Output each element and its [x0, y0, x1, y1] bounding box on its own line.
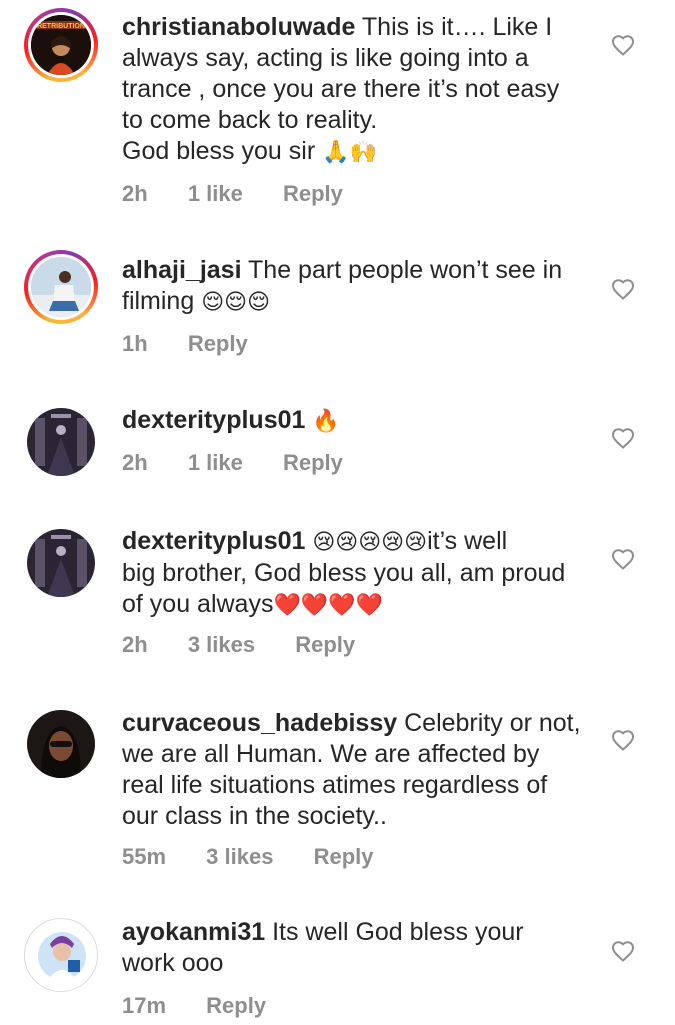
reply-button[interactable]: Reply: [295, 632, 355, 658]
avatar[interactable]: [24, 250, 98, 324]
comment-line: work ooo: [122, 949, 224, 977]
avatar[interactable]: RETRIBUTION: [24, 8, 98, 82]
heart-outline-icon[interactable]: [611, 278, 635, 300]
avatar[interactable]: [24, 918, 98, 992]
emoji-suffix: 😌😌😌: [201, 290, 271, 315]
comment-likes[interactable]: 1 like: [188, 450, 243, 476]
emoji-prefix: 😢😢😢😢😢: [312, 530, 428, 555]
comment-likes[interactable]: 3 likes: [188, 632, 255, 658]
comment-meta: 55m 3 likes Reply: [122, 844, 408, 870]
comment-time: 55m: [122, 844, 167, 869]
comment-meta: 2h 3 likes Reply: [122, 632, 389, 658]
comment-username[interactable]: curvaceous_hadebissy: [122, 709, 397, 737]
heart-outline-icon[interactable]: [611, 729, 635, 751]
comment-likes[interactable]: 1 like: [188, 181, 243, 207]
comment-line: of you always: [122, 590, 274, 618]
comment-time: 17m: [122, 993, 167, 1018]
comment-username[interactable]: dexterityplus01: [122, 527, 305, 555]
comment-time: 2h: [122, 181, 148, 206]
comment-line: The part people won’t see in: [248, 256, 563, 284]
comment-line: Celebrity or not,: [404, 709, 581, 737]
comment-time: 1h: [122, 331, 148, 356]
reply-button[interactable]: Reply: [283, 181, 343, 207]
comment-text: dexterityplus01 🔥: [122, 405, 592, 437]
comment-likes[interactable]: 3 likes: [206, 844, 273, 870]
avatar-label: RETRIBUTION: [37, 23, 85, 30]
comment-line: big brother, God bless you all, am proud: [122, 559, 566, 587]
avatar[interactable]: [24, 707, 98, 781]
comment-meta: 17m Reply: [122, 993, 300, 1019]
comment-line: we are all Human. We are affected by: [122, 740, 540, 768]
comment-line: our class in the society..: [122, 802, 387, 830]
heart-outline-icon[interactable]: [611, 427, 635, 449]
comment-text: ayokanmi31 Its well God bless your work …: [122, 917, 592, 979]
comment-text: alhaji_jasi The part people won’t see in…: [122, 255, 592, 318]
comment-meta: 1h Reply: [122, 331, 282, 357]
comment-meta: 2h 1 like Reply: [122, 181, 377, 207]
comment-line: to come back to reality.: [122, 106, 378, 134]
comment-line: always say, acting is like going into a: [122, 44, 529, 72]
comment-line: real life situations atimes regardless o…: [122, 771, 548, 799]
comment-time: 2h: [122, 450, 148, 475]
reply-button[interactable]: Reply: [206, 993, 266, 1019]
comment-username[interactable]: dexterityplus01: [122, 406, 305, 434]
emoji-suffix: ❤️❤️❤️❤️: [273, 593, 384, 618]
avatar[interactable]: [24, 526, 98, 600]
comment-text: dexterityplus01 😢😢😢😢😢it’s well big broth…: [122, 526, 592, 621]
comment-username[interactable]: alhaji_jasi: [122, 256, 242, 284]
comment-line: it’s well: [427, 527, 508, 555]
heart-outline-icon[interactable]: [611, 34, 635, 56]
heart-outline-icon[interactable]: [611, 548, 635, 570]
comment-text: christianaboluwade This is it…. Like I a…: [122, 12, 592, 168]
emoji-suffix: 🙏🙌: [322, 140, 377, 165]
reply-button[interactable]: Reply: [188, 331, 248, 357]
comment-username[interactable]: christianaboluwade: [122, 13, 355, 41]
comment-line: filming: [122, 287, 195, 315]
reply-button[interactable]: Reply: [314, 844, 374, 870]
comment-meta: 2h 1 like Reply: [122, 450, 377, 476]
heart-outline-icon[interactable]: [611, 940, 635, 962]
emoji-suffix: 🔥: [312, 409, 340, 434]
comment-text: curvaceous_hadebissy Celebrity or not, w…: [122, 708, 592, 832]
comment-line: God bless you sir: [122, 137, 316, 165]
avatar[interactable]: [24, 405, 98, 479]
comment-line: trance , once you are there it’s not eas…: [122, 75, 560, 103]
comment-line: This is it…. Like I: [361, 13, 553, 41]
comment-time: 2h: [122, 632, 148, 657]
comment-username[interactable]: ayokanmi31: [122, 918, 265, 946]
reply-button[interactable]: Reply: [283, 450, 343, 476]
comment-line: Its well God bless your: [272, 918, 524, 946]
